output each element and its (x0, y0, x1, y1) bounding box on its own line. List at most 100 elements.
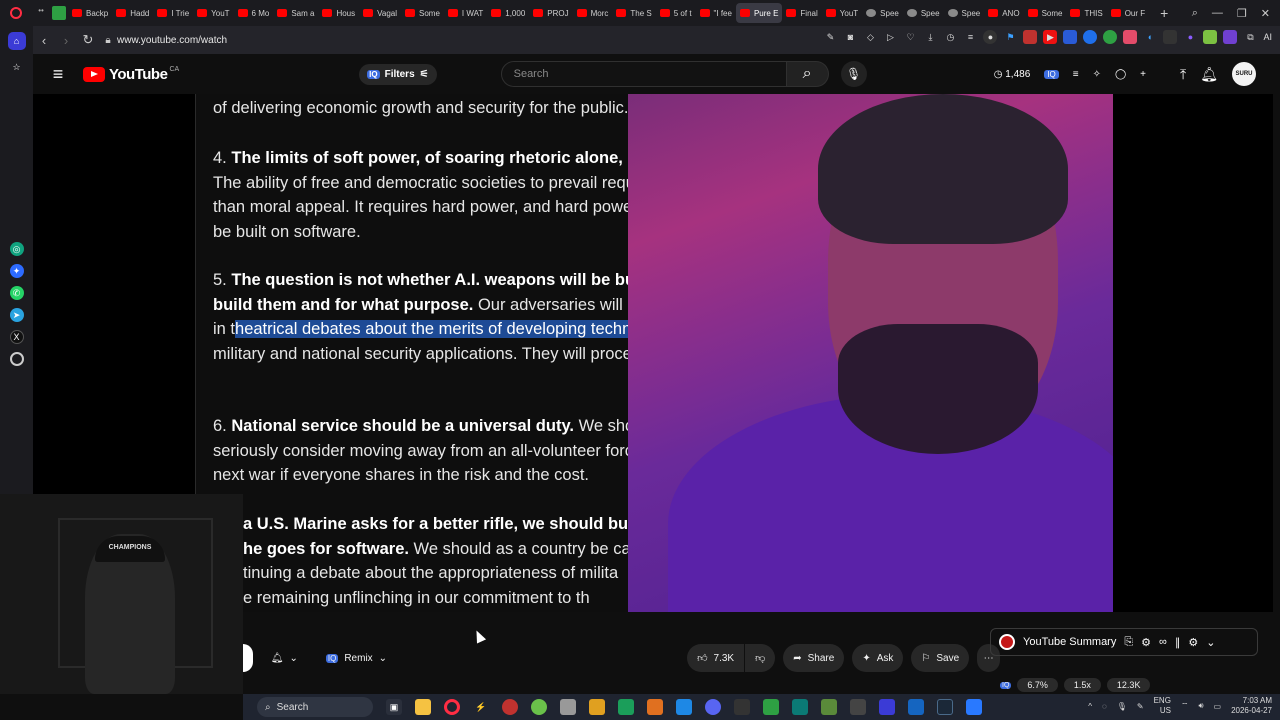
browser-tab[interactable]: 5 of t (656, 3, 696, 23)
browser-tab[interactable]: I Trie (153, 3, 193, 23)
avatar[interactable]: SURU (1232, 62, 1256, 86)
wifi-icon[interactable]: ⌔ (1181, 701, 1189, 711)
summary-settings-icon[interactable]: ⚙ (1188, 636, 1198, 649)
browser-tab[interactable]: Our F (1107, 3, 1149, 23)
taskbar-search[interactable]: ⌕ Search (257, 697, 373, 717)
app-icon-10[interactable] (792, 699, 808, 715)
browser-tab[interactable]: THIS (1066, 3, 1106, 23)
browser-tab[interactable]: I WAT (444, 3, 487, 23)
app-icon-9[interactable] (763, 699, 779, 715)
app-icon-2[interactable] (531, 699, 547, 715)
plus-icon[interactable]: + (1140, 69, 1146, 80)
browser-tab[interactable]: Morc (573, 3, 613, 23)
reload-button[interactable]: ↻ (77, 32, 99, 48)
app-icon-7[interactable] (676, 699, 692, 715)
history-icon[interactable]: ◷ (943, 30, 957, 44)
like-button[interactable]: 👍︎ 7.3K (687, 644, 745, 672)
extension-purple-icon[interactable]: ● (1183, 30, 1197, 44)
search-button[interactable]: ⌕ (786, 61, 829, 87)
chat-icon[interactable]: ◯ (1115, 69, 1126, 80)
browser-tab[interactable]: Some (1024, 3, 1067, 23)
share-button[interactable]: ➦ Share (783, 644, 845, 672)
camera-icon[interactable]: ◙ (843, 30, 857, 44)
extension-dark-icon[interactable] (1163, 30, 1178, 44)
app-icon-12[interactable] (850, 699, 866, 715)
extensions-puzzle-icon[interactable]: ⧉ (1243, 30, 1257, 44)
new-tab-button[interactable]: + (1155, 4, 1173, 22)
tray-app-icon[interactable]: ◌ (1102, 702, 1107, 711)
list-icon[interactable]: ≡ (1073, 69, 1079, 80)
star-icon[interactable]: ☆ (8, 58, 26, 76)
browser-tab[interactable]: YouT (193, 3, 233, 23)
edit-icon[interactable]: ✎ (823, 30, 837, 44)
filters-button[interactable]: IQ Filters ⚟ (359, 63, 437, 85)
taskbar-clock[interactable]: 7:03 AM 2026-04-27 (1231, 696, 1272, 716)
summary-glasses-icon[interactable]: ∞ (1159, 636, 1167, 648)
extension-violet-icon[interactable] (1223, 30, 1238, 44)
pinned-tab-icon[interactable] (52, 6, 66, 20)
language-indicator[interactable]: ENG US (1154, 696, 1171, 716)
hamburger-menu-icon[interactable]: ≡ (33, 64, 83, 85)
extension-pink-icon[interactable] (1123, 30, 1138, 44)
app-icon-8[interactable] (734, 699, 750, 715)
browser-tab[interactable]: Pure E (735, 3, 783, 23)
summary-openai-icon[interactable]: ⚙ (1141, 636, 1151, 649)
menu-icon[interactable]: ≡ (963, 30, 977, 44)
extension-youtube-icon[interactable]: ▶ (1043, 30, 1058, 44)
chatgpt-icon[interactable]: ◎ (9, 242, 24, 256)
browser-tab[interactable]: ANO (984, 3, 1023, 23)
sparkle-icon[interactable]: ✧ (1093, 69, 1101, 80)
browser-tab[interactable]: Spee (903, 3, 944, 23)
steam-icon[interactable] (937, 699, 953, 715)
extension-green-icon[interactable] (1103, 30, 1118, 44)
telegram-icon[interactable]: ➤ (9, 308, 24, 322)
minimize-icon[interactable]: — (1212, 7, 1223, 19)
subscribe-button-edge[interactable] (243, 644, 253, 672)
tab-menu-icon[interactable]: •• (34, 6, 48, 20)
browser-tab[interactable]: The S (612, 3, 655, 23)
notification-bell-button[interactable]: 🔔︎ ⌄ (261, 644, 308, 672)
browser-tab[interactable]: Spee (944, 3, 985, 23)
app-icon-13[interactable] (879, 699, 895, 715)
file-explorer-icon[interactable] (415, 699, 431, 715)
search-tabs-icon[interactable]: ⌕ (1192, 7, 1198, 20)
browser-tab[interactable]: 6 Mo (234, 3, 274, 23)
app-icon-3[interactable] (560, 699, 576, 715)
download-icon[interactable]: ⤓ (923, 30, 937, 44)
app-icon-5[interactable] (618, 699, 634, 715)
summary-waveform-icon[interactable]: ∥ (1175, 636, 1181, 649)
save-button[interactable]: ⚐ Save (911, 644, 970, 672)
opera-taskbar-icon[interactable] (444, 699, 460, 715)
browser-tab[interactable]: 1,000 (487, 3, 529, 23)
tray-pen-icon[interactable]: ✎ (1137, 702, 1144, 711)
tray-mic-icon[interactable]: 🎙︎ (1117, 702, 1127, 711)
youtube-logo[interactable]: YouTube CA (83, 66, 179, 83)
url-field[interactable]: www.youtube.com/watch (117, 35, 227, 46)
taskview-icon[interactable]: ▣ (386, 699, 402, 715)
extension-square-icon[interactable] (1063, 30, 1078, 44)
forward-button[interactable]: › (55, 33, 77, 48)
browser-tab[interactable]: "I fee (696, 3, 736, 23)
opera-logo[interactable] (0, 0, 32, 26)
app-icon-6[interactable] (647, 699, 663, 715)
extension-blue-icon[interactable]: ◐ (1143, 30, 1157, 44)
app-icon-15[interactable] (966, 699, 982, 715)
upload-icon[interactable]: ⤒ (1180, 66, 1186, 83)
browser-tab[interactable]: Sam a (273, 3, 318, 23)
remix-button[interactable]: IQ Remix ⌄ (316, 644, 397, 672)
summary-expand-icon[interactable]: ⌄ (1206, 636, 1215, 649)
extension-circle-icon[interactable] (1083, 30, 1098, 44)
messenger-icon[interactable]: ✦ (9, 264, 24, 278)
browser-tab[interactable]: Hous (318, 3, 359, 23)
app-icon-14[interactable] (908, 699, 924, 715)
views-counter[interactable]: ◷ 1,486 (994, 69, 1031, 80)
whatsapp-icon[interactable]: ✆ (9, 286, 24, 300)
summary-copy-icon[interactable]: ⎘ (1124, 636, 1133, 649)
browser-tab[interactable]: Backp (68, 3, 112, 23)
voice-search-button[interactable]: 🎙︎ (840, 61, 867, 87)
pin-icon[interactable]: ◇ (863, 30, 877, 44)
x-icon[interactable]: X (9, 330, 24, 344)
app-icon-11[interactable] (821, 699, 837, 715)
home-icon[interactable]: ⌂ (7, 32, 26, 50)
browser-tab[interactable]: Hadd (112, 3, 153, 23)
